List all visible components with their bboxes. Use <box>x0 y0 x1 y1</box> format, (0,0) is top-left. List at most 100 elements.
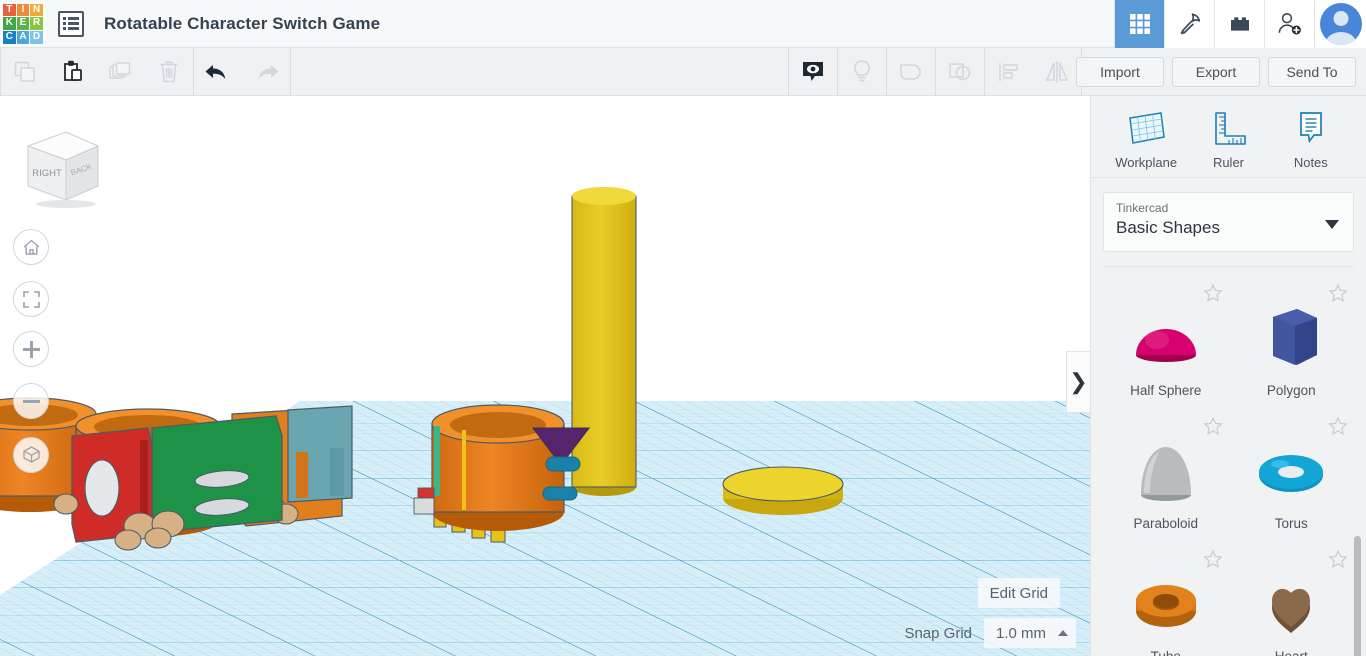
app-header: TIN KER CAD Rotatable Character Switch Gam… <box>0 0 1366 48</box>
logo-tile-e: E <box>16 17 30 30</box>
snap-grid-label: Snap Grid <box>904 624 972 642</box>
logo-tile-r: R <box>30 17 43 30</box>
ungroup-icon[interactable] <box>936 48 984 96</box>
snap-grid-select[interactable]: 1.0 mm <box>984 618 1076 648</box>
logo-tile-n: N <box>30 3 43 17</box>
shape-label: Half Sphere <box>1130 383 1202 398</box>
shape-label: Polygon <box>1266 383 1316 398</box>
shape-label: Tube <box>1151 649 1181 656</box>
duplicate-icon[interactable] <box>97 48 145 96</box>
copy-icon[interactable] <box>1 48 49 96</box>
workplane-label: Workplane <box>1115 155 1178 170</box>
favorite-star-icon[interactable] <box>1202 549 1223 569</box>
tinkercad-app: TIN KER CAD Rotatable Character Switch Gam… <box>0 0 1366 656</box>
edit-grid-button[interactable]: Edit Grid <box>977 578 1060 608</box>
shapes-panel: Workplane Ruler Notes Tinkercad Basic Sh… <box>1090 96 1366 656</box>
ortho-perspective-button[interactable] <box>13 437 49 473</box>
view-tool-group <box>788 47 1082 96</box>
undo-icon[interactable] <box>194 48 242 96</box>
panel-divider <box>1103 266 1354 267</box>
viewcube-front-label: RIGHT <box>32 168 62 179</box>
paraboloid-preview <box>1120 434 1212 512</box>
apps-grid-icon[interactable] <box>1114 0 1164 48</box>
chevron-up-icon <box>1058 630 1068 636</box>
logo-tile-k: K <box>3 17 16 30</box>
history-tool-group <box>194 48 290 96</box>
shape-label: Paraboloid <box>1133 516 1199 531</box>
add-person-icon[interactable] <box>1264 0 1314 48</box>
show-hide-icon[interactable] <box>789 48 837 96</box>
logo-tile-d: D <box>30 30 43 44</box>
logo-tile-a: A <box>16 30 30 44</box>
shape-grid: Half Sphere Polygon Paraboloid Torus <box>1091 275 1366 656</box>
favorite-star-icon[interactable] <box>1328 549 1348 569</box>
tube-preview <box>1120 567 1212 645</box>
logo-tile-i: I <box>16 3 30 17</box>
favorite-star-icon[interactable] <box>1202 283 1223 303</box>
3d-scene <box>0 187 1090 656</box>
lightbulb-icon[interactable] <box>838 48 886 96</box>
snap-grid-value: 1.0 mm <box>996 624 1047 642</box>
fit-to-view-button[interactable] <box>13 281 49 317</box>
panel-scrollbar[interactable] <box>1354 536 1361 656</box>
view-cube[interactable]: RIGHT BACK <box>22 124 108 210</box>
scene-object-coin <box>722 466 844 515</box>
workplane-tool[interactable]: Workplane <box>1108 109 1184 170</box>
shape-library-provider: Tinkercad <box>1116 201 1169 215</box>
ruler-tool[interactable]: Ruler <box>1190 109 1266 170</box>
shape-item-polygon[interactable]: Polygon <box>1229 279 1355 408</box>
notes-tool[interactable]: Notes <box>1273 109 1349 170</box>
logo-tile-c: C <box>3 30 16 44</box>
align-icon[interactable] <box>985 48 1033 96</box>
logo-tile-t: T <box>3 3 16 17</box>
redo-icon[interactable] <box>242 48 290 96</box>
send-to-button[interactable]: Send To <box>1268 57 1356 87</box>
panel-tool-row: Workplane Ruler Notes <box>1091 96 1366 178</box>
list-icon[interactable] <box>58 10 84 37</box>
snap-grid-control: Snap Grid 1.0 mm <box>904 618 1076 648</box>
workplane-icon <box>1129 112 1165 144</box>
chevron-down-icon <box>1325 220 1339 229</box>
import-button[interactable]: Import <box>1076 57 1164 87</box>
shape-library-value: Basic Shapes <box>1116 218 1220 237</box>
mirror-icon[interactable] <box>1033 48 1081 96</box>
avatar[interactable] <box>1314 0 1366 48</box>
collapse-panel-button[interactable]: ❯ <box>1066 351 1090 413</box>
favorite-star-icon[interactable] <box>1328 416 1348 436</box>
page-title: Rotatable Character Switch Game <box>104 13 381 33</box>
torus-preview <box>1245 434 1337 512</box>
polygon-preview <box>1245 301 1337 379</box>
delete-icon[interactable] <box>145 48 193 96</box>
zoom-out-button[interactable] <box>13 383 49 419</box>
3d-viewport[interactable]: RIGHT BACK ❯ Edit Grid Snap Grid 1.0 mm <box>0 96 1090 656</box>
notes-label: Notes <box>1293 155 1328 170</box>
shape-item-half-sphere[interactable]: Half Sphere <box>1103 279 1229 408</box>
group-icon[interactable] <box>887 48 935 96</box>
paste-icon[interactable] <box>49 48 97 96</box>
ruler-icon <box>1215 112 1247 145</box>
brick-icon[interactable] <box>1214 0 1264 48</box>
edit-tool-group <box>1 48 193 96</box>
shape-library-select[interactable]: Tinkercad Basic Shapes <box>1103 192 1354 252</box>
heart-preview <box>1245 567 1337 645</box>
shape-item-torus[interactable]: Torus <box>1229 412 1355 541</box>
half-sphere-preview <box>1120 301 1212 379</box>
toolbar-actions: Import Export Send To <box>1076 48 1356 96</box>
export-button[interactable]: Export <box>1172 57 1260 87</box>
shape-item-paraboloid[interactable]: Paraboloid <box>1103 412 1229 541</box>
home-view-button[interactable] <box>13 229 49 265</box>
main-toolbar: Import Export Send To <box>0 47 1366 96</box>
shape-label: Torus <box>1274 516 1308 531</box>
favorite-star-icon[interactable] <box>1328 283 1348 303</box>
notes-icon <box>1299 112 1322 144</box>
favorite-star-icon[interactable] <box>1202 416 1223 436</box>
header-actions <box>1114 0 1366 48</box>
shape-item-tube[interactable]: Tube <box>1103 545 1229 656</box>
scene-object-yellow-pillar <box>571 187 637 496</box>
zoom-in-button[interactable] <box>13 331 49 367</box>
shape-item-heart[interactable]: Heart <box>1229 545 1355 656</box>
ruler-label: Ruler <box>1212 155 1245 170</box>
tinkercad-logo[interactable]: TIN KER CAD <box>1 1 45 46</box>
shape-label: Heart <box>1275 649 1308 656</box>
pickaxe-icon[interactable] <box>1164 0 1214 48</box>
